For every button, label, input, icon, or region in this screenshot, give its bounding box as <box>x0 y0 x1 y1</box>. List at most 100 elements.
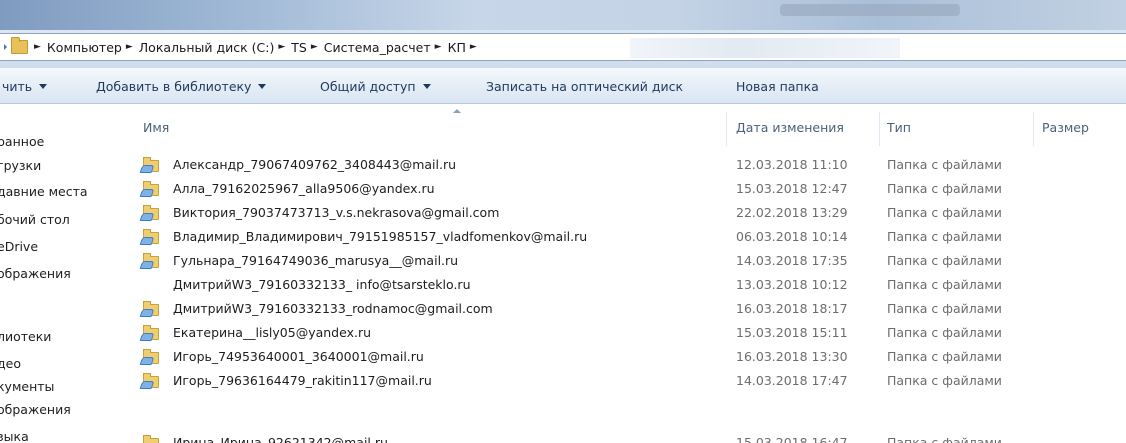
file-name[interactable]: ДмитрийW3_79160332133_ info@tsarsteklo.r… <box>173 273 471 297</box>
nav-item-libraries[interactable]: лиотеки <box>0 327 127 347</box>
file-date: 16.03.2018 18:17 <box>736 301 848 316</box>
list-item[interactable]: Владимир_Владимирович_79151985157_vladfo… <box>127 225 1126 249</box>
add-to-library-label: Добавить в библиотеку <box>96 78 252 94</box>
breadcrumb-chevron-icon[interactable]: ► <box>470 42 477 52</box>
list-item[interactable]: Ирина_Ирина_92621342@mail.ru 15.03.2018 … <box>127 431 1126 443</box>
shared-folder-icon <box>141 435 161 443</box>
column-type[interactable]: Тип <box>887 104 911 150</box>
file-list: Александр_79067409762_3408443@mail.ru 12… <box>127 150 1126 443</box>
command-bar: чить Добавить в библиотеку Общий доступ … <box>0 68 1126 104</box>
breadcrumb-computer[interactable]: Компьютер <box>47 40 122 55</box>
list-item[interactable]: Александр_79067409762_3408443@mail.ru 12… <box>127 153 1126 177</box>
add-to-library-button[interactable]: Добавить в библиотеку <box>96 68 267 104</box>
breadcrumb-system[interactable]: Система_расчет <box>324 40 431 55</box>
shared-folder-icon <box>141 349 161 365</box>
shared-folder-icon <box>141 373 161 389</box>
file-name[interactable]: Ирина_Ирина_92621342@mail.ru <box>173 431 388 443</box>
column-divider[interactable] <box>1033 112 1034 146</box>
burn-button[interactable]: Записать на оптический диск <box>486 68 683 104</box>
file-date: 06.03.2018 10:14 <box>736 229 848 244</box>
column-name[interactable]: Имя <box>143 104 169 150</box>
nav-item-music[interactable]: зыка <box>0 427 127 443</box>
file-date: 14.03.2018 17:35 <box>736 253 848 268</box>
shared-folder-icon <box>141 181 161 197</box>
breadcrumb-chevron-icon[interactable]: ► <box>435 42 442 52</box>
breadcrumb-chevron-icon[interactable]: ► <box>278 42 285 52</box>
file-date: 14.03.2018 17:47 <box>736 373 848 388</box>
file-type: Папка с файлами <box>887 435 1002 443</box>
file-type: Папка с файлами <box>887 277 1002 292</box>
list-item[interactable]: Игорь_79636164479_rakitin117@mail.ru 14.… <box>127 369 1126 393</box>
nav-item-recent-places[interactable]: давние места <box>0 182 127 202</box>
file-type: Папка с файлами <box>887 157 1002 172</box>
file-name[interactable]: Алла_79162025967_alla9506@yandex.ru <box>173 177 435 201</box>
address-row: ► Компьютер ► Локальный диск (C:) ► TS ►… <box>0 30 1126 68</box>
file-date: 13.03.2018 10:12 <box>736 277 848 292</box>
address-bar[interactable]: ► Компьютер ► Локальный диск (C:) ► TS ►… <box>0 33 1126 61</box>
new-folder-button[interactable]: Новая папка <box>736 68 819 104</box>
nav-item-images[interactable]: ображения <box>0 264 127 284</box>
list-item[interactable]: Гульнара_79164749036_marusya__@mail.ru 1… <box>127 249 1126 273</box>
file-name[interactable]: Екатерина__lisly05@yandex.ru <box>173 321 371 345</box>
chevron-down-icon <box>258 83 267 89</box>
list-item[interactable]: Екатерина__lisly05@yandex.ru 15.03.2018 … <box>127 321 1126 345</box>
file-type: Папка с файлами <box>887 349 1002 364</box>
file-date: 15.03.2018 12:47 <box>736 181 848 196</box>
shared-folder-icon <box>141 325 161 341</box>
breadcrumb-ts[interactable]: TS <box>291 40 307 55</box>
share-button[interactable]: Общий доступ <box>320 68 431 104</box>
nav-item-desktop[interactable]: бочий стол <box>0 210 127 230</box>
new-folder-label: Новая папка <box>736 78 819 94</box>
share-with-button[interactable]: чить <box>2 68 48 104</box>
file-name[interactable]: Владимир_Владимирович_79151985157_vladfo… <box>173 225 587 249</box>
burn-label: Записать на оптический диск <box>486 78 684 94</box>
breadcrumb-local-disk[interactable]: Локальный диск (C:) <box>139 40 275 55</box>
file-type: Папка с файлами <box>887 373 1002 388</box>
file-name[interactable]: ДмитрийW3_79160332133_rodnamoc@gmail.com <box>173 297 493 321</box>
nav-item-downloads[interactable]: грузки <box>0 156 127 176</box>
column-date[interactable]: Дата изменения <box>736 104 844 150</box>
nav-item-onedrive[interactable]: eDrive <box>0 237 127 257</box>
folder-icon <box>11 37 28 54</box>
chevron-down-icon <box>39 83 48 89</box>
list-item[interactable]: ДмитрийW3_79160332133_rodnamoc@gmail.com… <box>127 297 1126 321</box>
location-arrow-icon <box>4 44 7 50</box>
column-size[interactable]: Размер <box>1042 104 1089 150</box>
breadcrumb-chevron-icon[interactable]: ► <box>311 42 318 52</box>
file-name[interactable]: Виктория_79037473713_v.s.nekrasova@gmail… <box>173 201 499 225</box>
file-type: Папка с файлами <box>887 301 1002 316</box>
nav-item-documents[interactable]: кументы <box>0 377 127 397</box>
shared-folder-icon <box>141 229 161 245</box>
column-divider[interactable] <box>879 112 880 146</box>
shared-folder-icon <box>141 301 161 317</box>
file-date: 12.03.2018 11:10 <box>736 157 848 172</box>
file-name[interactable]: Игорь_79636164479_rakitin117@mail.ru <box>173 369 432 393</box>
list-item[interactable]: Виктория_79037473713_v.s.nekrasova@gmail… <box>127 201 1126 225</box>
file-type: Папка с файлами <box>887 229 1002 244</box>
list-item[interactable]: ДмитрийW3_79160332133_ info@tsarsteklo.r… <box>127 273 1126 297</box>
list-item[interactable]: Алла_79162025967_alla9506@yandex.ru 15.0… <box>127 177 1126 201</box>
share-with-label: чить <box>2 78 33 94</box>
nav-item-pictures[interactable]: ображения <box>0 400 127 420</box>
column-divider[interactable] <box>726 112 727 146</box>
blurred-region <box>630 38 900 58</box>
breadcrumb-chevron-icon[interactable]: ► <box>126 42 133 52</box>
navigation-pane: ранное грузки давние места бочий стол eD… <box>0 104 127 443</box>
breadcrumb-chevron-icon[interactable]: ► <box>34 42 41 52</box>
file-date: 15.03.2018 15:11 <box>736 325 848 340</box>
breadcrumb-kp[interactable]: КП <box>448 40 466 55</box>
file-date: 16.03.2018 13:30 <box>736 349 848 364</box>
shared-folder-icon <box>141 253 161 269</box>
share-label: Общий доступ <box>320 78 416 94</box>
title-bar <box>0 0 1126 30</box>
column-header: Имя Дата изменения Тип Размер <box>127 104 1126 150</box>
file-name[interactable]: Игорь_74953640001_3640001@mail.ru <box>173 345 424 369</box>
nav-item-favorites[interactable]: ранное <box>0 132 127 152</box>
nav-item-video[interactable]: део <box>0 354 127 374</box>
file-name[interactable]: Александр_79067409762_3408443@mail.ru <box>173 153 456 177</box>
list-item[interactable]: Игорь_74953640001_3640001@mail.ru 16.03.… <box>127 345 1126 369</box>
file-date: 15.03.2018 16:47 <box>736 435 848 443</box>
explorer-window: ► Компьютер ► Локальный диск (C:) ► TS ►… <box>0 0 1126 443</box>
file-name[interactable]: Гульнара_79164749036_marusya__@mail.ru <box>173 249 458 273</box>
sort-ascending-icon <box>453 109 461 113</box>
